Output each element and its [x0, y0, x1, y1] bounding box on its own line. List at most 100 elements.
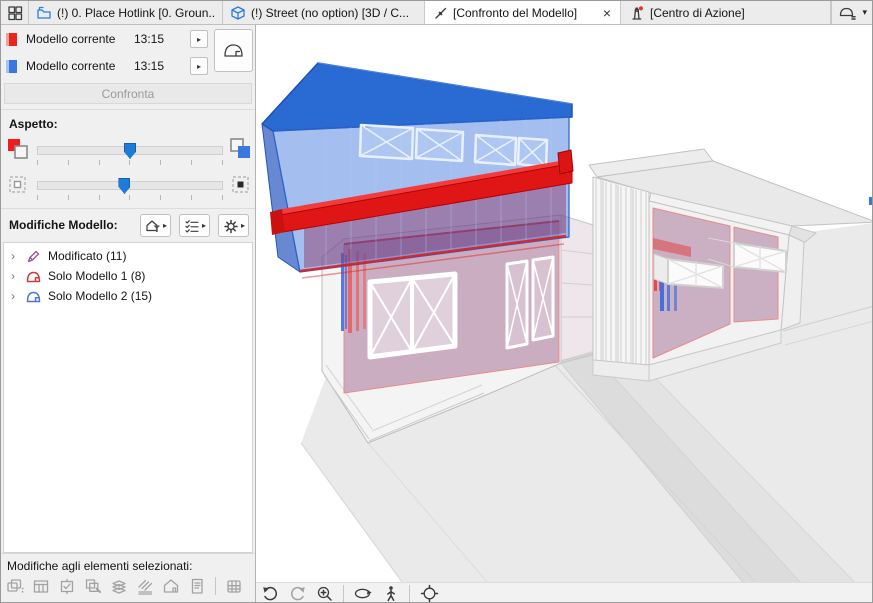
tree-item-label: Modificato (11) [48, 249, 127, 263]
color-faded-icon [229, 137, 253, 161]
tree-item-modified[interactable]: › Modificato (11) [4, 246, 252, 266]
transparent-icon [6, 173, 30, 197]
layers-icon[interactable] [109, 576, 129, 596]
action-center-icon [632, 5, 644, 20]
opacity-slider-track[interactable] [37, 178, 223, 194]
fit-in-window-icon [420, 584, 438, 602]
redo-view-icon [290, 586, 305, 601]
fills-icon[interactable] [135, 576, 155, 596]
divider [215, 577, 216, 595]
report-icon[interactable] [187, 576, 207, 596]
model-changes-tree: › Modificato (11) › Solo Modello 1 (8) › [3, 242, 253, 553]
model2-menu-button[interactable]: ▸ [190, 57, 208, 75]
orbit-button[interactable] [353, 584, 373, 603]
opacity-slider-thumb[interactable] [118, 178, 131, 194]
criteria-list-button[interactable]: ▸ [179, 214, 210, 237]
tree-item-label: Solo Modello 2 (15) [48, 289, 153, 303]
model1-menu-button[interactable]: ▸ [190, 30, 208, 48]
redo-view-button[interactable] [287, 584, 307, 603]
settings-button[interactable]: ▸ [218, 214, 249, 237]
divider [343, 584, 344, 602]
model2-label: Modello corrente [26, 59, 116, 73]
model-compare-icon [435, 7, 447, 19]
compare-button-label: Confronta [101, 86, 155, 101]
marker-check-icon[interactable] [57, 576, 77, 596]
opaque-icon [229, 173, 253, 197]
tab-label: [Centro di Azione] [650, 5, 745, 20]
show-models-button[interactable] [214, 29, 253, 72]
divider [409, 584, 410, 602]
tab-overview-button[interactable] [1, 1, 29, 24]
criteria-list-icon [185, 219, 199, 233]
tab-bar: (!) 0. Place Hotlink [0. Groun... (!) St… [1, 1, 872, 25]
house-model1-icon [26, 271, 41, 282]
menu-arrow-icon: ▸ [162, 221, 167, 230]
fit-in-window-button[interactable] [419, 584, 439, 602]
selected-elements-footer: Modifiche agli elementi selezionati: [1, 553, 255, 602]
undo-view-icon [262, 586, 277, 601]
tab-label: (!) 0. Place Hotlink [0. Groun... [57, 5, 215, 20]
model-row-1: Modello corrente 13:15 [6, 30, 166, 48]
tab-overview-icon [7, 5, 22, 20]
menu-arrow-icon: ▸ [196, 34, 201, 44]
menu-arrow-icon: ▸ [201, 221, 206, 230]
tab-label: (!) Street (no option) [3D / C... [251, 5, 410, 20]
tree-item-only-model2[interactable]: › Solo Modello 2 (15) [4, 286, 252, 306]
model-list-icon [840, 7, 857, 20]
schedule-icon[interactable] [31, 576, 51, 596]
divider [1, 208, 255, 209]
divider [1, 109, 255, 110]
slider-ticks [37, 160, 223, 165]
menu-arrow-icon: ▸ [196, 61, 201, 71]
chevron-down-icon: ▾ [862, 7, 867, 17]
tree-item-only-model1[interactable]: › Solo Modello 1 (8) [4, 266, 252, 286]
tab-bar-corner-button[interactable]: ▾ [831, 1, 872, 24]
modified-wall [733, 226, 779, 323]
3d-viewport[interactable] [256, 25, 872, 603]
footer-label: Modifiche agli elementi selezionati: [7, 559, 193, 573]
notification-dot [638, 5, 644, 10]
color-slider-track[interactable] [37, 143, 223, 159]
window-with-bracing [367, 271, 458, 360]
transfer-parameters-icon[interactable] [83, 576, 103, 596]
expander-icon[interactable]: › [11, 249, 19, 263]
change-id-icon[interactable] [5, 576, 25, 596]
menu-arrow-icon: ▸ [240, 221, 245, 230]
viewport-toolbar [256, 582, 872, 603]
tab-model-comparison[interactable]: [Confronto del Modello] × [425, 1, 621, 24]
model-comparison-panel: Modello corrente 13:15 ▸ Modello corrent… [1, 25, 256, 602]
undo-view-button[interactable] [260, 584, 280, 603]
model-dome-icon [223, 44, 243, 57]
expander-icon[interactable]: › [11, 289, 19, 303]
table-grid-icon[interactable] [224, 576, 244, 596]
model1-color-swatch [6, 32, 17, 46]
pencil-icon [27, 250, 40, 262]
model2-time: 13:15 [134, 59, 165, 73]
hotlink-folder-icon [37, 6, 51, 19]
tab-street-3d[interactable]: (!) Street (no option) [3D / C... [223, 1, 425, 24]
close-tab-icon[interactable]: × [601, 6, 613, 20]
model1-label: Modello corrente [26, 32, 116, 46]
tree-item-label: Solo Modello 1 (8) [48, 269, 146, 283]
tab-action-center[interactable]: [Centro di Azione] [621, 1, 831, 24]
model-comparison-scene [261, 62, 872, 602]
explore-walk-icon [386, 586, 395, 602]
compare-button[interactable]: Confronta [4, 83, 252, 104]
tab-place-hotlink[interactable]: (!) 0. Place Hotlink [0. Groun... [29, 1, 223, 24]
color-full-icon [6, 137, 30, 161]
zoom-in-button[interactable] [314, 584, 334, 603]
explore-walk-button[interactable] [380, 584, 400, 603]
model-row-2: Modello corrente 13:15 [6, 57, 166, 75]
slider-ticks [37, 195, 223, 200]
building-icon[interactable] [161, 576, 181, 596]
filter-elements-icon [146, 219, 160, 232]
slat-screen-wall [592, 176, 650, 366]
appearance-section-label: Aspetto: [9, 117, 58, 131]
model2-color-swatch [6, 59, 17, 73]
settings-gear-icon [224, 219, 238, 233]
expander-icon[interactable]: › [11, 269, 19, 283]
3d-cube-icon [231, 5, 245, 20]
zoom-in-icon [317, 586, 332, 601]
color-slider-thumb[interactable] [124, 143, 136, 159]
filter-elements-button[interactable]: ▸ [140, 214, 171, 237]
